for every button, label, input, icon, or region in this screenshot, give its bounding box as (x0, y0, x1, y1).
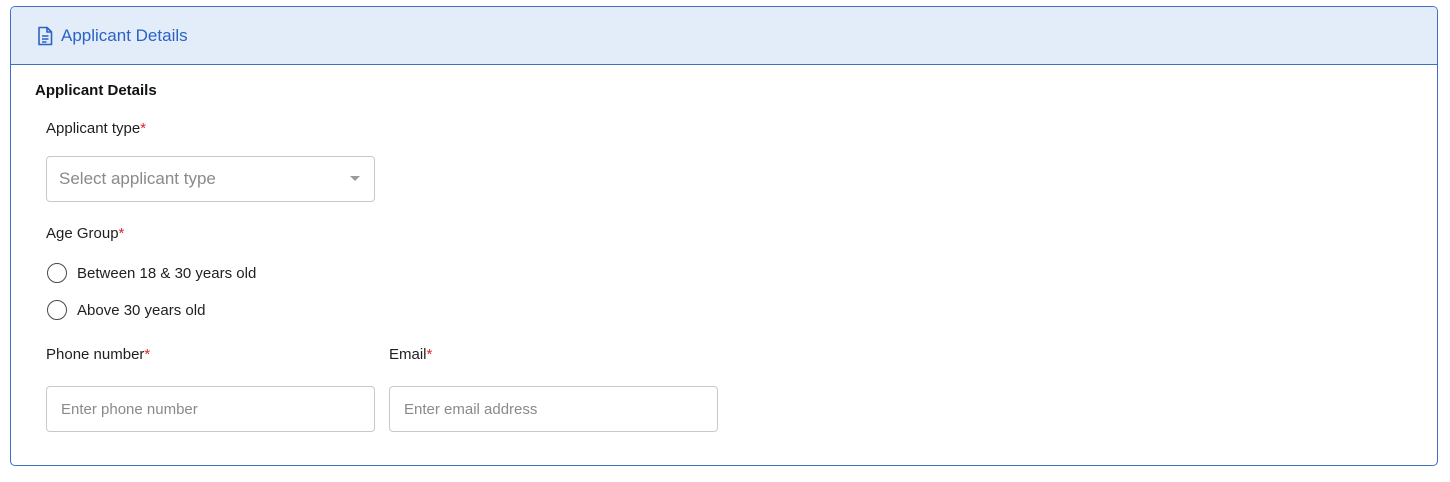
applicant-type-label: Applicant type* (46, 120, 146, 137)
section-title: Applicant Details (35, 82, 157, 99)
phone-number-label: Phone number* (46, 346, 150, 363)
email-label: Email* (389, 346, 432, 363)
panel-title: Applicant Details (61, 25, 188, 45)
applicant-type-label-text: Applicant type (46, 120, 141, 137)
radio-button[interactable] (47, 300, 67, 320)
caret-down-icon (350, 176, 360, 181)
radio-label: Above 30 years old (77, 301, 206, 319)
age-group-label-text: Age Group (46, 225, 119, 242)
required-mark: * (118, 225, 125, 242)
required-mark: * (140, 120, 147, 137)
radio-label: Between 18 & 30 years old (77, 264, 257, 282)
age-group-option-above-30[interactable]: Above 30 years old (47, 300, 205, 320)
panel-header[interactable]: Applicant Details (11, 7, 1437, 65)
applicant-type-select[interactable]: Select applicant type (46, 156, 375, 202)
document-icon (37, 26, 53, 46)
required-mark: * (144, 346, 151, 363)
email-label-text: Email (389, 346, 427, 363)
phone-number-input[interactable] (46, 386, 375, 432)
email-input[interactable] (389, 386, 718, 432)
age-group-option-18-30[interactable]: Between 18 & 30 years old (47, 263, 256, 283)
required-mark: * (426, 346, 433, 363)
phone-number-label-text: Phone number (46, 346, 145, 363)
radio-button[interactable] (47, 263, 67, 283)
age-group-label: Age Group* (46, 225, 124, 242)
applicant-type-placeholder: Select applicant type (59, 169, 216, 188)
